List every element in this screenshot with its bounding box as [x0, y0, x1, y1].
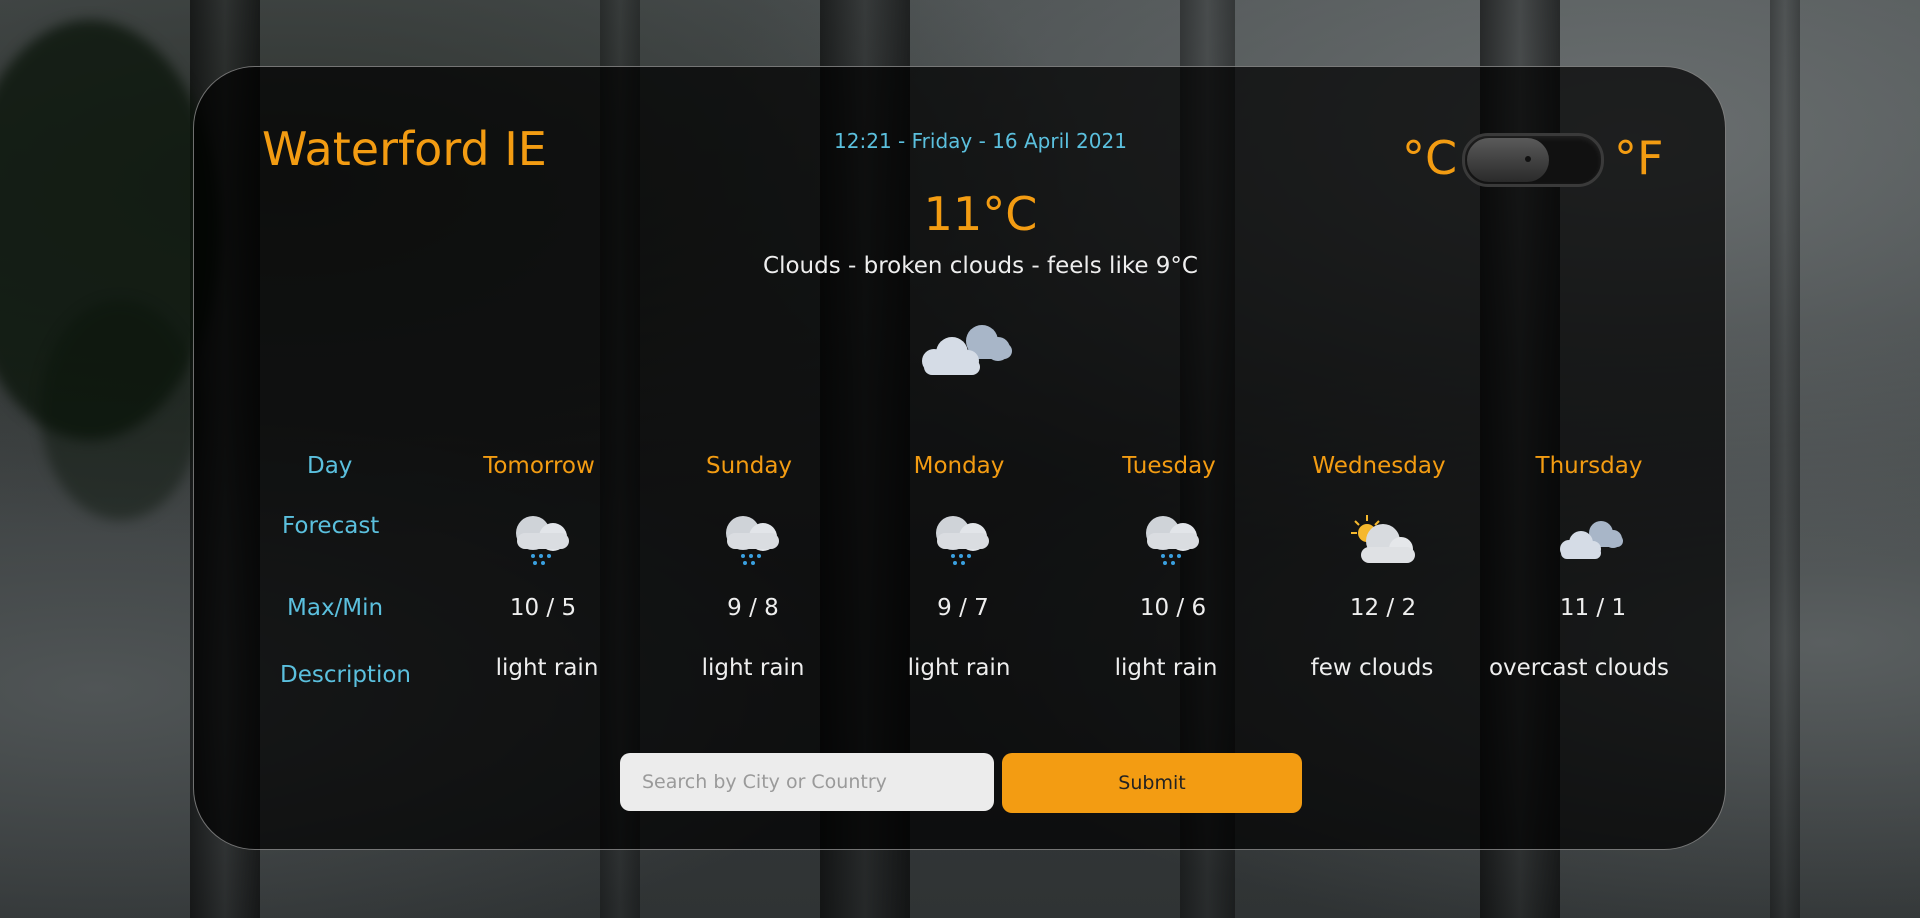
forecast-description: light rain [907, 655, 1011, 681]
forecast-day: Tuesday [1122, 453, 1216, 479]
toggle-knob [1467, 138, 1549, 182]
broken-clouds-icon [902, 311, 1022, 385]
row-label-description: Description [280, 662, 411, 688]
fahrenheit-label: °F [1614, 131, 1664, 185]
forecast-description: few clouds [1310, 655, 1434, 681]
row-label-day: Day [307, 453, 353, 479]
forecast-description: light rain [495, 655, 599, 681]
forecast-day: Wednesday [1312, 453, 1446, 479]
current-temperature: 11°C [194, 187, 1727, 241]
forecast-day: Sunday [705, 453, 793, 479]
row-label-maxmin: Max/Min [287, 595, 384, 621]
forecast-day: Tomorrow [483, 453, 595, 479]
forecast-day: Thursday [1535, 453, 1643, 479]
search-input[interactable] [620, 753, 994, 811]
current-temperature-text: 11°C [923, 187, 1038, 241]
unit-toggle[interactable] [1462, 133, 1604, 187]
submit-button[interactable]: Submit [1002, 753, 1302, 813]
forecast-description: overcast clouds [1488, 655, 1670, 681]
datetime-text: 12:21 - Friday - 16 April 2021 [834, 129, 1127, 153]
forecast-description: light rain [1114, 655, 1218, 681]
forecast-maxmin: 9 / 7 [937, 595, 989, 621]
light-rain-icon [713, 511, 793, 571]
light-rain-icon [503, 511, 583, 571]
forecast-maxmin: 12 / 2 [1349, 595, 1417, 621]
current-description-text: Clouds - broken clouds - feels like 9°C [763, 253, 1198, 279]
forecast-maxmin: 10 / 5 [509, 595, 577, 621]
row-label-forecast: Forecast [282, 513, 380, 539]
current-description: Clouds - broken clouds - feels like 9°C [194, 253, 1727, 279]
forecast-maxmin: 10 / 6 [1139, 595, 1207, 621]
forecast-description: light rain [701, 655, 805, 681]
few-clouds-icon [1343, 511, 1423, 571]
forecast-day: Monday [913, 453, 1005, 479]
overcast-clouds-icon [1553, 511, 1633, 571]
light-rain-icon [923, 511, 1003, 571]
forecast-maxmin: 9 / 8 [727, 595, 779, 621]
weather-card: Waterford IE 12:21 - Friday - 16 April 2… [193, 66, 1726, 850]
light-rain-icon [1133, 511, 1213, 571]
celsius-label: °C [1402, 131, 1458, 185]
forecast-maxmin: 11 / 1 [1559, 595, 1627, 621]
